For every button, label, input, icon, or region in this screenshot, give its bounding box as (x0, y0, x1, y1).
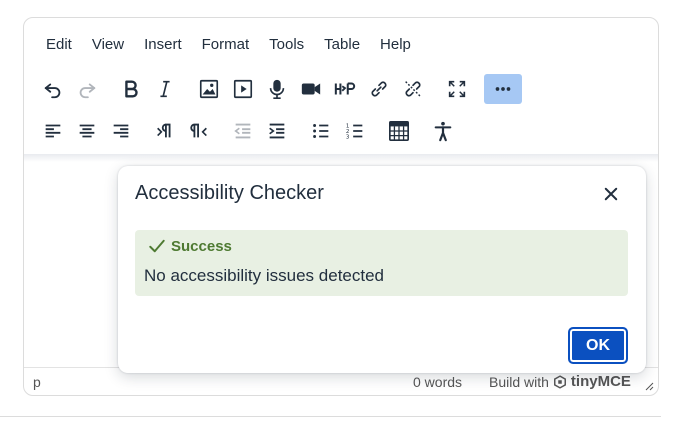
close-icon (604, 187, 618, 201)
resize-handle-icon[interactable] (644, 381, 654, 391)
tinymce-logo-icon (553, 374, 566, 389)
table-icon (389, 121, 409, 141)
menubar: Edit View Insert Format Tools Table Help (36, 34, 421, 56)
image-button[interactable] (192, 74, 226, 104)
link-button[interactable] (362, 74, 396, 104)
h5p-icon (334, 82, 356, 95)
checkmark-icon (149, 239, 165, 253)
more-button[interactable] (484, 74, 522, 104)
fullscreen-button[interactable] (440, 74, 474, 104)
undo-icon (44, 83, 61, 99)
video-camera-icon (301, 83, 321, 95)
brand-name: tinyMCE (570, 373, 631, 390)
menu-insert[interactable]: Insert (134, 34, 192, 56)
bullet-list-button[interactable] (304, 116, 338, 146)
ok-button[interactable]: OK (568, 327, 628, 364)
brand-prefix: Build with (489, 373, 549, 390)
outdent-button[interactable] (226, 116, 260, 146)
rtl-icon (190, 123, 207, 138)
bold-icon (125, 80, 138, 98)
menu-view[interactable]: View (82, 34, 134, 56)
rtl-button[interactable] (182, 116, 216, 146)
unlink-button[interactable] (396, 74, 430, 104)
page-divider (0, 416, 661, 417)
align-right-button[interactable] (104, 116, 138, 146)
menu-format[interactable]: Format (192, 34, 260, 56)
branding[interactable]: Build with tinyMCE (489, 373, 631, 390)
link-icon (371, 81, 387, 97)
fullscreen-icon (448, 80, 466, 98)
italic-button[interactable] (148, 74, 182, 104)
redo-icon (79, 83, 96, 99)
ltr-button[interactable] (148, 116, 182, 146)
menu-help[interactable]: Help (370, 34, 421, 56)
toolbar-shadow (24, 154, 658, 162)
menu-tools[interactable]: Tools (259, 34, 314, 56)
numbered-list-icon: 123 (346, 123, 363, 140)
success-heading-text: Success (171, 237, 232, 255)
table-button[interactable] (382, 116, 416, 146)
element-path[interactable]: p (33, 374, 41, 390)
media-button[interactable] (226, 74, 260, 104)
microphone-icon (269, 79, 285, 99)
image-icon (199, 79, 219, 99)
unlink-icon (405, 81, 421, 97)
toolbar-row-2: 123 (36, 116, 460, 146)
h5p-button[interactable] (328, 74, 362, 104)
bold-button[interactable] (114, 74, 148, 104)
record-audio-button[interactable] (260, 74, 294, 104)
align-center-icon (79, 124, 95, 138)
accessibility-icon (434, 121, 452, 142)
success-message: No accessibility issues detected (144, 266, 385, 285)
undo-button[interactable] (36, 74, 70, 104)
ltr-icon (157, 123, 171, 138)
accessibility-dialog: Accessibility Checker Success No accessi… (118, 166, 646, 373)
indent-icon (269, 123, 285, 139)
indent-button[interactable] (260, 116, 294, 146)
success-notice: Success No accessibility issues detected (135, 230, 628, 296)
svg-text:3: 3 (346, 134, 350, 140)
success-heading: Success (147, 237, 232, 255)
close-button[interactable] (600, 183, 622, 205)
align-right-icon (113, 124, 129, 138)
align-center-button[interactable] (70, 116, 104, 146)
italic-icon (160, 80, 170, 98)
align-left-button[interactable] (36, 116, 70, 146)
redo-button[interactable] (70, 74, 104, 104)
media-icon (233, 79, 253, 99)
word-count[interactable]: 0 words (413, 374, 462, 390)
more-icon (495, 87, 511, 91)
bullet-list-icon (313, 124, 329, 138)
outdent-icon (234, 123, 251, 139)
toolbar-row-1 (36, 74, 522, 104)
record-video-button[interactable] (294, 74, 328, 104)
accessibility-checker-button[interactable] (426, 116, 460, 146)
menu-table[interactable]: Table (314, 34, 370, 56)
menu-edit[interactable]: Edit (36, 34, 82, 56)
align-left-icon (45, 124, 61, 138)
numbered-list-button[interactable]: 123 (338, 116, 372, 146)
dialog-title: Accessibility Checker (135, 182, 324, 204)
